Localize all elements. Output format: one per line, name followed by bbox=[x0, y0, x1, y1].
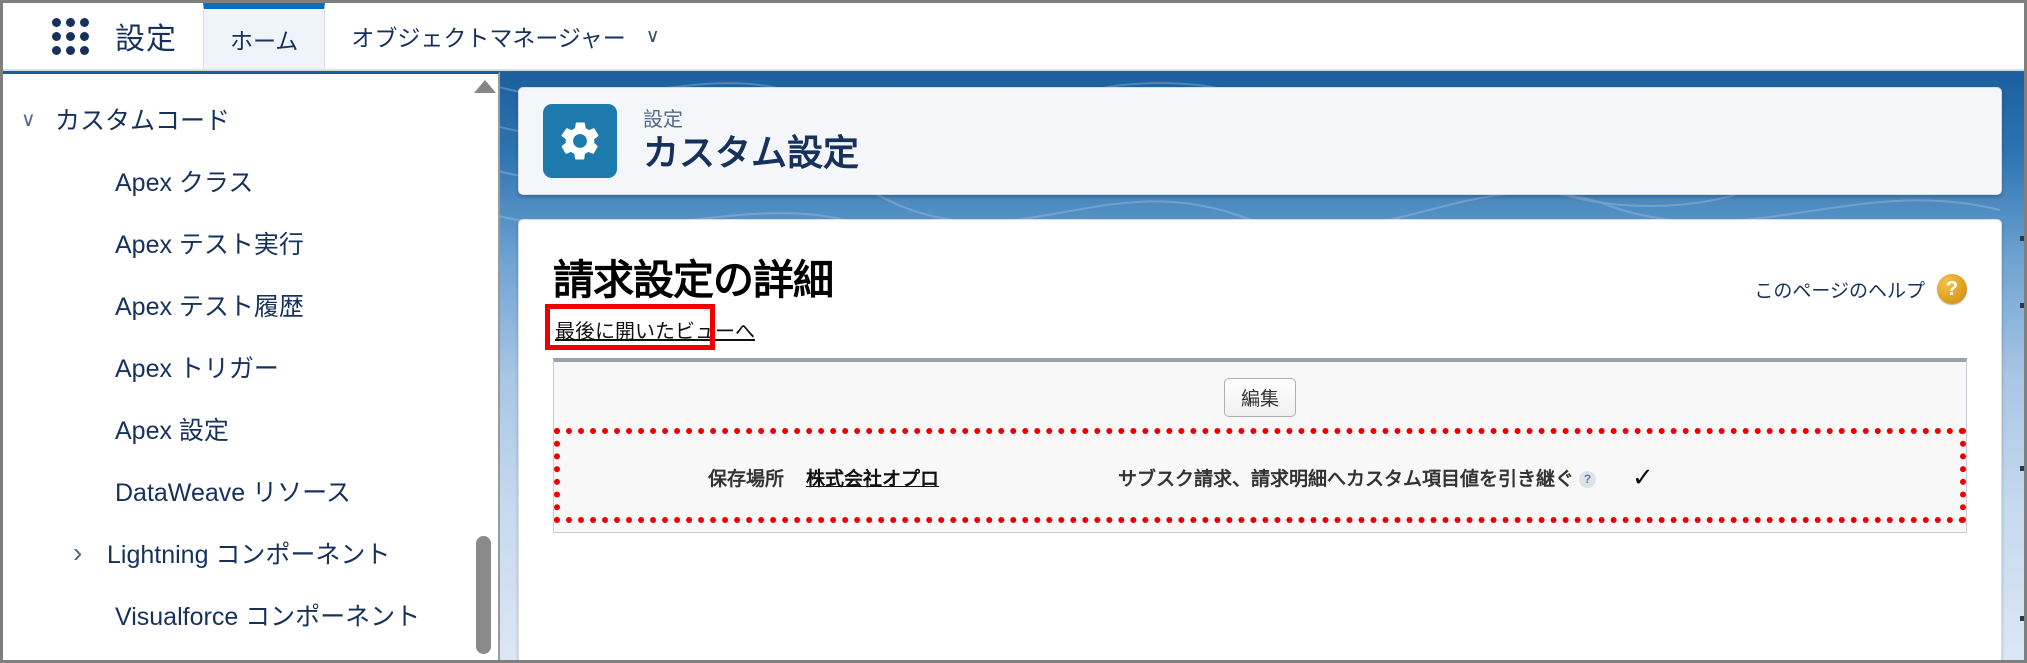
edit-button[interactable]: 編集 bbox=[1223, 378, 1296, 417]
gear-icon bbox=[543, 104, 617, 178]
main-content-area: 設定 カスタム設定 請求設定の詳細 最後に開いたビューへ このページのヘルプ ?… bbox=[500, 71, 2024, 660]
tab-object-manager-label: オブジェクトマネージャー bbox=[351, 25, 626, 51]
main-scrollbar[interactable] bbox=[2016, 71, 2024, 660]
app-launcher-icon[interactable] bbox=[47, 3, 93, 69]
sidebar-scrollbar-thumb[interactable] bbox=[476, 536, 491, 654]
page-help-label[interactable]: このページのヘルプ bbox=[1754, 276, 1925, 303]
sidebar-item-apex-test-history[interactable]: Apex テスト履歴 bbox=[3, 274, 498, 336]
scrollbar-mark bbox=[2020, 466, 2024, 471]
waffle-dot bbox=[79, 45, 89, 55]
page-header-card: 設定 カスタム設定 bbox=[518, 87, 2002, 195]
sidebar-item-label: Apex テスト実行 bbox=[115, 231, 304, 259]
sidebar-item-label: カスタムコード bbox=[55, 107, 231, 135]
info-icon[interactable]: ? bbox=[1579, 470, 1596, 488]
table-row: 保存場所 株式会社オプロ サブスク請求、請求明細へカスタム項目値を引き継ぐ? ✓ bbox=[554, 434, 1966, 520]
chevron-down-icon[interactable] bbox=[21, 107, 55, 132]
sidebar-item-apex-settings[interactable]: Apex 設定 bbox=[3, 398, 498, 460]
page-help-link[interactable]: このページのヘルプ ? bbox=[1754, 274, 1967, 304]
sidebar-item-label: Visualforce コンポーネント bbox=[115, 603, 421, 631]
waffle-dot bbox=[51, 31, 61, 41]
scroll-up-arrow-icon[interactable] bbox=[474, 80, 496, 93]
view-link-wrapper: 最後に開いたビューへ bbox=[545, 304, 757, 350]
tab-home[interactable]: ホーム bbox=[203, 3, 326, 69]
waffle-dot bbox=[65, 31, 75, 41]
sidebar-item-custom-code[interactable]: カスタムコード bbox=[3, 88, 498, 150]
field-label-carry-over-custom-fields: サブスク請求、請求明細へカスタム項目値を引き継ぐ? bbox=[1076, 464, 1596, 491]
waffle-dot bbox=[51, 17, 61, 27]
detail-title-block: 請求設定の詳細 最後に開いたビューへ bbox=[545, 246, 834, 350]
detail-panel: 編集 保存場所 株式会社オプロ サブスク請求、請求明細へカスタム項目値を引き継ぐ… bbox=[553, 358, 1967, 533]
sidebar-item-label: DataWeave リソース bbox=[115, 479, 351, 507]
page-title: カスタム設定 bbox=[643, 132, 860, 174]
waffle-dot bbox=[51, 45, 61, 55]
setup-app-name[interactable]: 設定 bbox=[93, 3, 203, 69]
browser-window: 設定 ホーム オブジェクトマネージャー ∨ カスタムコード Apex クラス A… bbox=[0, 0, 2027, 663]
scrollbar-mark bbox=[2020, 303, 2024, 308]
detail-title: 請求設定の詳細 bbox=[553, 257, 834, 303]
sidebar-item-visualforce-components[interactable]: Visualforce コンポーネント bbox=[3, 584, 498, 646]
waffle-dot bbox=[65, 45, 75, 55]
setup-tree-sidebar: カスタムコード Apex クラス Apex テスト実行 Apex テスト履歴 A… bbox=[3, 71, 500, 660]
sidebar-item-dataweave-resources[interactable]: DataWeave リソース bbox=[3, 460, 498, 522]
sidebar-item-apex-test-execution[interactable]: Apex テスト実行 bbox=[3, 212, 498, 274]
field-value-storage-location: 株式会社オプロ bbox=[784, 464, 1076, 491]
page-header-text: 設定 カスタム設定 bbox=[643, 109, 859, 174]
storage-location-link[interactable]: 株式会社オプロ bbox=[806, 469, 939, 490]
sidebar-item-label: Apex トリガー bbox=[115, 355, 279, 383]
field-label-storage-location: 保存場所 bbox=[707, 468, 784, 490]
carry-over-label-text: サブスク請求、請求明細へカスタム項目値を引き継ぐ bbox=[1117, 468, 1574, 490]
chevron-down-icon[interactable]: ∨ bbox=[646, 25, 660, 48]
waffle-dot bbox=[65, 17, 75, 27]
field-value-carry-over-checkbox: ✓ bbox=[1632, 461, 1654, 492]
detail-header: 請求設定の詳細 最後に開いたビューへ このページのヘルプ ? bbox=[545, 246, 1967, 350]
sidebar-item-label: Lightning コンポーネント bbox=[107, 541, 391, 569]
tab-home-label: ホーム bbox=[230, 28, 299, 54]
sidebar-item-label: Apex テスト履歴 bbox=[115, 293, 304, 321]
sidebar-item-label: Apex クラス bbox=[115, 169, 254, 197]
panel-button-row: 編集 bbox=[554, 362, 1966, 417]
question-mark-icon[interactable]: ? bbox=[1937, 274, 1967, 304]
header-eyebrow: 設定 bbox=[643, 108, 683, 131]
sidebar-scrollbar[interactable] bbox=[472, 74, 496, 660]
global-navigation-bar: 設定 ホーム オブジェクトマネージャー ∨ bbox=[3, 3, 2024, 71]
chevron-right-icon[interactable] bbox=[73, 537, 107, 569]
setup-tree: カスタムコード Apex クラス Apex テスト実行 Apex テスト履歴 A… bbox=[3, 74, 498, 646]
sidebar-item-apex-triggers[interactable]: Apex トリガー bbox=[3, 336, 498, 398]
sidebar-item-label: Apex 設定 bbox=[115, 417, 229, 445]
scrollbar-mark bbox=[2020, 616, 2024, 621]
sidebar-item-apex-classes[interactable]: Apex クラス bbox=[3, 150, 498, 212]
waffle-dot bbox=[79, 31, 89, 41]
sidebar-item-lightning-components[interactable]: Lightning コンポーネント bbox=[3, 522, 498, 584]
last-viewed-list-link[interactable]: 最後に開いたビューへ bbox=[553, 312, 757, 348]
tab-object-manager[interactable]: オブジェクトマネージャー ∨ bbox=[325, 3, 685, 69]
scrollbar-mark bbox=[2020, 236, 2024, 241]
detail-content-card: 請求設定の詳細 最後に開いたビューへ このページのヘルプ ? 編集 保存場所 株… bbox=[518, 219, 2002, 660]
waffle-dot bbox=[79, 17, 89, 27]
work-area: カスタムコード Apex クラス Apex テスト実行 Apex テスト履歴 A… bbox=[3, 71, 2024, 660]
